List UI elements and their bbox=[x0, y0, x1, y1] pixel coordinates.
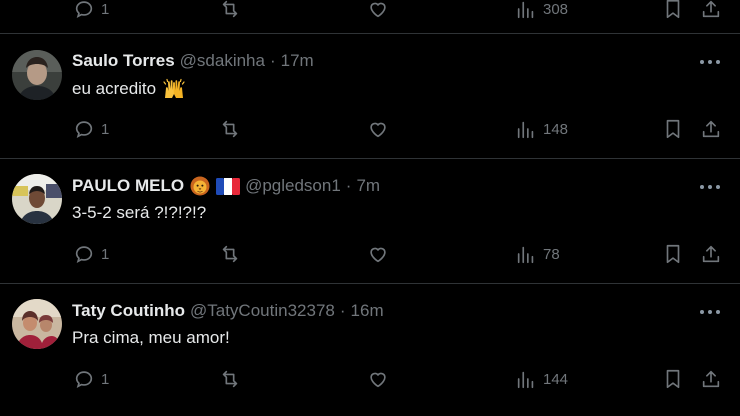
bookmark-button[interactable] bbox=[663, 243, 683, 265]
reply-button[interactable]: 1 bbox=[73, 118, 109, 140]
views-icon bbox=[517, 246, 534, 264]
post-saulo-torres[interactable]: Saulo Torres @sdakinha · 17m eu acredito… bbox=[0, 34, 740, 158]
share-button[interactable] bbox=[700, 118, 722, 140]
share-button[interactable] bbox=[700, 243, 722, 265]
views-button[interactable]: 308 bbox=[515, 0, 568, 20]
bookmark-icon bbox=[666, 119, 680, 139]
author-name[interactable]: PAULO MELO bbox=[72, 176, 184, 196]
share-icon bbox=[702, 370, 720, 388]
views-icon bbox=[517, 1, 534, 19]
repost-icon bbox=[222, 245, 238, 263]
raising-hands-icon bbox=[162, 78, 186, 100]
more-options-button[interactable] bbox=[700, 59, 720, 65]
repost-icon bbox=[222, 0, 238, 18]
like-button[interactable] bbox=[367, 118, 389, 140]
bookmark-icon bbox=[666, 0, 680, 19]
views-count: 308 bbox=[543, 0, 569, 18]
more-options-button[interactable] bbox=[700, 309, 720, 315]
reply-count: 1 bbox=[101, 0, 110, 18]
reply-icon bbox=[75, 1, 93, 18]
bookmark-button[interactable] bbox=[663, 368, 683, 390]
share-icon bbox=[702, 120, 720, 138]
like-button[interactable] bbox=[367, 0, 389, 20]
author-name[interactable]: Taty Coutinho bbox=[72, 301, 185, 321]
timestamp[interactable]: 17m bbox=[281, 51, 314, 71]
repost-icon bbox=[222, 370, 238, 388]
repost-button[interactable] bbox=[218, 0, 242, 20]
bookmark-button[interactable] bbox=[663, 0, 683, 20]
author-name[interactable]: Saulo Torres bbox=[72, 51, 175, 71]
separator: · bbox=[345, 176, 352, 195]
post-partial: 1 308 bbox=[0, 0, 740, 34]
views-count: 144 bbox=[543, 370, 569, 388]
reply-icon bbox=[75, 246, 93, 263]
post-paulo-melo[interactable]: PAULO MELO @pgledson1 · 7m 3-5-2 será ?!… bbox=[0, 159, 740, 283]
france-flag-icon bbox=[216, 177, 241, 195]
reply-icon bbox=[75, 371, 93, 388]
post-text: eu acredito bbox=[72, 79, 157, 98]
avatar[interactable] bbox=[12, 50, 62, 100]
views-button[interactable]: 148 bbox=[515, 118, 568, 140]
post-text: Pra cima, meu amor! bbox=[72, 328, 230, 347]
share-button[interactable] bbox=[700, 0, 722, 20]
views-icon bbox=[517, 371, 534, 389]
reply-button[interactable]: 1 bbox=[73, 368, 109, 390]
avatar[interactable] bbox=[12, 174, 62, 224]
share-icon bbox=[702, 245, 720, 263]
bookmark-icon bbox=[666, 244, 680, 264]
repost-icon bbox=[222, 120, 238, 138]
like-button[interactable] bbox=[367, 368, 389, 390]
reply-icon bbox=[75, 121, 93, 138]
views-button[interactable]: 144 bbox=[515, 368, 568, 390]
views-icon bbox=[517, 121, 534, 139]
author-handle[interactable]: @pgledson1 bbox=[245, 176, 341, 196]
reply-button[interactable]: 1 bbox=[73, 0, 109, 20]
views-count: 148 bbox=[543, 120, 569, 138]
more-options-button[interactable] bbox=[700, 184, 720, 190]
like-button[interactable] bbox=[367, 243, 389, 265]
reply-count: 1 bbox=[101, 245, 110, 263]
separator: · bbox=[339, 301, 346, 320]
avatar[interactable] bbox=[12, 299, 62, 349]
bookmark-icon bbox=[666, 369, 680, 389]
author-handle[interactable]: @sdakinha bbox=[180, 51, 265, 71]
views-count: 78 bbox=[543, 245, 560, 263]
reply-count: 1 bbox=[101, 370, 110, 388]
reply-button[interactable]: 1 bbox=[73, 243, 109, 265]
lion-face-icon bbox=[190, 176, 210, 196]
post-text: 3-5-2 será ?!?!?!? bbox=[72, 203, 207, 222]
separator: · bbox=[269, 51, 276, 70]
repost-button[interactable] bbox=[218, 368, 242, 390]
bookmark-button[interactable] bbox=[663, 118, 683, 140]
views-button[interactable]: 78 bbox=[515, 243, 560, 265]
heart-icon bbox=[370, 372, 386, 388]
heart-icon bbox=[370, 122, 386, 138]
heart-icon bbox=[370, 247, 386, 263]
author-handle[interactable]: @TatyCoutin32378 bbox=[190, 301, 335, 321]
repost-button[interactable] bbox=[218, 118, 242, 140]
share-icon bbox=[702, 0, 720, 18]
post-taty-coutinho[interactable]: Taty Coutinho @TatyCoutin32378 · 16m Pra… bbox=[0, 284, 740, 408]
share-button[interactable] bbox=[700, 368, 722, 390]
reply-count: 1 bbox=[101, 120, 110, 138]
timestamp[interactable]: 7m bbox=[356, 176, 380, 196]
timestamp[interactable]: 16m bbox=[351, 301, 384, 321]
heart-icon bbox=[370, 2, 386, 18]
repost-button[interactable] bbox=[218, 243, 242, 265]
